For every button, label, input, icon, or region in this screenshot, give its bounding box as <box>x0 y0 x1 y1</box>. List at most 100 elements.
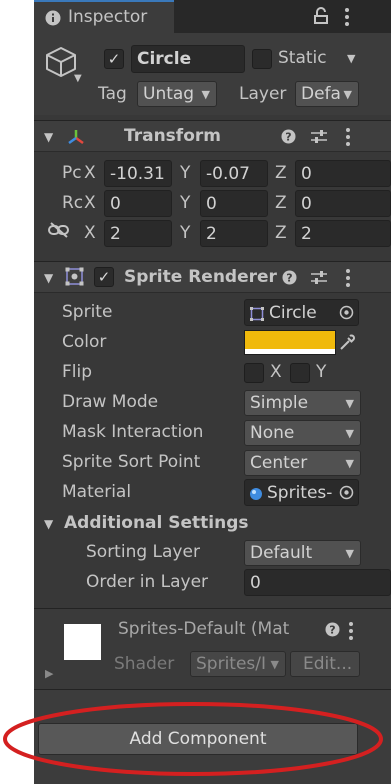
scale-z-field[interactable]: 2 <box>295 220 391 247</box>
transform-foldout-icon[interactable]: ▼ <box>44 130 53 144</box>
scale-x-field[interactable]: 2 <box>104 220 172 247</box>
layer-label: Layer <box>239 84 287 104</box>
rotation-y-field[interactable]: 0 <box>200 190 268 217</box>
material-preview-thumbnail <box>64 624 101 660</box>
order-in-layer-label: Order in Layer <box>86 572 209 592</box>
material-preview-foldout-icon[interactable]: ▶ <box>45 667 53 680</box>
draw-mode-dropdown[interactable]: Simple ▼ <box>244 390 361 416</box>
tab-bar: Inspector <box>34 0 391 33</box>
sprite-sort-point-dropdown[interactable]: Center ▼ <box>244 450 361 476</box>
flip-x-label: X <box>270 362 282 382</box>
sprite-label: Sprite <box>62 302 113 322</box>
mask-interaction-dropdown[interactable]: None ▼ <box>244 420 361 446</box>
sprite-renderer-foldout-icon[interactable]: ▼ <box>44 271 53 285</box>
sorting-layer-dropdown[interactable]: Default ▼ <box>244 540 361 566</box>
help-icon[interactable]: ? <box>282 270 297 285</box>
object-picker-icon[interactable] <box>339 305 354 320</box>
svg-text:?: ? <box>286 272 292 285</box>
static-checkbox[interactable] <box>252 49 272 69</box>
scale-y-field[interactable]: 2 <box>200 220 268 247</box>
position-y-field[interactable]: -0.07 <box>200 160 268 187</box>
material-value: Sprites- <box>267 483 333 503</box>
shader-edit-button[interactable]: Edit... <box>290 651 360 677</box>
layer-dropdown[interactable]: Defa ▼ <box>295 81 359 107</box>
active-checkbox[interactable]: ✓ <box>104 49 124 69</box>
chevron-down-icon: ▼ <box>343 88 352 101</box>
flip-x-checkbox[interactable] <box>244 363 264 383</box>
mask-interaction-label: Mask Interaction <box>62 422 204 442</box>
transform-header[interactable]: ▼ Transform ? <box>34 120 391 152</box>
flip-y-checkbox[interactable] <box>290 363 310 383</box>
position-label: Pc <box>62 163 82 183</box>
tag-label: Tag <box>98 84 127 104</box>
chevron-down-icon: ▼ <box>345 457 354 470</box>
preset-sliders-icon[interactable] <box>311 270 327 285</box>
rotation-label: Rc <box>62 193 84 213</box>
chevron-down-icon: ▼ <box>345 397 354 410</box>
color-field[interactable] <box>244 330 336 355</box>
chevron-down-icon: ▼ <box>270 658 279 671</box>
material-label: Material <box>62 482 132 502</box>
sprite-renderer-header[interactable]: ▼ ✓ Sprite Renderer ? <box>34 261 391 293</box>
object-picker-icon[interactable] <box>339 485 354 500</box>
color-swatch <box>245 331 335 349</box>
eyedropper-icon[interactable] <box>339 333 355 351</box>
icon-dropdown-arrow[interactable]: ▼ <box>74 73 82 84</box>
material-preview-name: Sprites-Default (Mat <box>118 619 290 639</box>
layer-value: Defa <box>301 84 341 104</box>
svg-text:?: ? <box>329 624 335 637</box>
rotation-z-field[interactable]: 0 <box>295 190 391 217</box>
position-z-label[interactable]: Z <box>275 163 287 183</box>
material-preview: ▶ Sprites-Default (Mat ? Shader Sprites/… <box>34 609 391 689</box>
lock-icon[interactable] <box>313 7 329 25</box>
sprite-asset-icon <box>250 307 264 321</box>
sprite-renderer-title: Sprite Renderer <box>124 267 277 287</box>
rotation-x-label[interactable]: X <box>84 193 96 213</box>
tag-dropdown[interactable]: Untag ▼ <box>137 81 217 107</box>
sprite-renderer-icon <box>65 267 84 286</box>
help-icon[interactable]: ? <box>281 129 296 144</box>
scale-y-label[interactable]: Y <box>180 223 190 243</box>
shader-label: Shader <box>114 654 175 674</box>
sprite-value: Circle <box>269 303 317 323</box>
material-preview-menu-icon[interactable] <box>349 622 353 643</box>
help-icon[interactable]: ? <box>325 622 340 637</box>
sprite-renderer-body: Sprite Circle Color Flip X Y Draw Mode S… <box>34 297 391 602</box>
gameobject-header: ▼ ✓ Circle Static ▼ Tag Untag ▼ Layer Def… <box>34 33 391 115</box>
shader-dropdown[interactable]: Sprites/I ▼ <box>190 651 286 677</box>
color-label: Color <box>62 332 107 352</box>
sprite-renderer-enabled-checkbox[interactable]: ✓ <box>94 267 114 287</box>
sprite-sort-point-label: Sprite Sort Point <box>62 452 201 472</box>
position-y-label[interactable]: Y <box>180 163 190 183</box>
additional-settings-foldout-icon[interactable]: ▼ <box>44 517 53 531</box>
chevron-down-icon: ▼ <box>345 427 354 440</box>
static-label: Static <box>278 48 327 68</box>
position-x-field[interactable]: -10.31 <box>104 160 172 187</box>
position-x-label[interactable]: X <box>84 163 96 183</box>
inspector-panel: Inspector ▼ ✓ Circle Static ▼ Tag Untag ▼… <box>34 0 391 784</box>
scale-z-label[interactable]: Z <box>275 223 287 243</box>
svg-text:?: ? <box>285 131 291 144</box>
transform-body: Pc X -10.31 Y -0.07 Z 0 Rc X 0 Y 0 Z 0 X… <box>34 157 391 247</box>
sprite-renderer-menu-icon[interactable] <box>346 269 350 290</box>
gameobject-cube-icon[interactable] <box>44 45 78 79</box>
position-z-field[interactable]: 0 <box>295 160 391 187</box>
flip-y-label: Y <box>316 362 327 382</box>
tab-inspector[interactable]: Inspector <box>34 0 174 33</box>
transform-menu-icon[interactable] <box>346 128 350 149</box>
gameobject-name-field[interactable]: Circle <box>131 45 245 73</box>
preset-sliders-icon[interactable] <box>311 129 327 144</box>
constrain-proportions-icon[interactable] <box>48 222 70 238</box>
tab-menu-icon[interactable] <box>345 8 349 29</box>
shader-value: Sprites/I <box>196 654 267 674</box>
add-component-button[interactable]: Add Component <box>38 723 358 755</box>
draw-mode-value: Simple <box>250 393 309 413</box>
rotation-x-field[interactable]: 0 <box>104 190 172 217</box>
rotation-y-label[interactable]: Y <box>180 193 190 213</box>
additional-settings-title[interactable]: Additional Settings <box>64 513 249 533</box>
order-in-layer-field[interactable]: 0 <box>244 569 391 596</box>
rotation-z-label[interactable]: Z <box>275 193 287 213</box>
material-sphere-icon <box>250 488 262 500</box>
static-dropdown-icon[interactable]: ▼ <box>347 52 355 65</box>
scale-x-label[interactable]: X <box>84 223 96 243</box>
